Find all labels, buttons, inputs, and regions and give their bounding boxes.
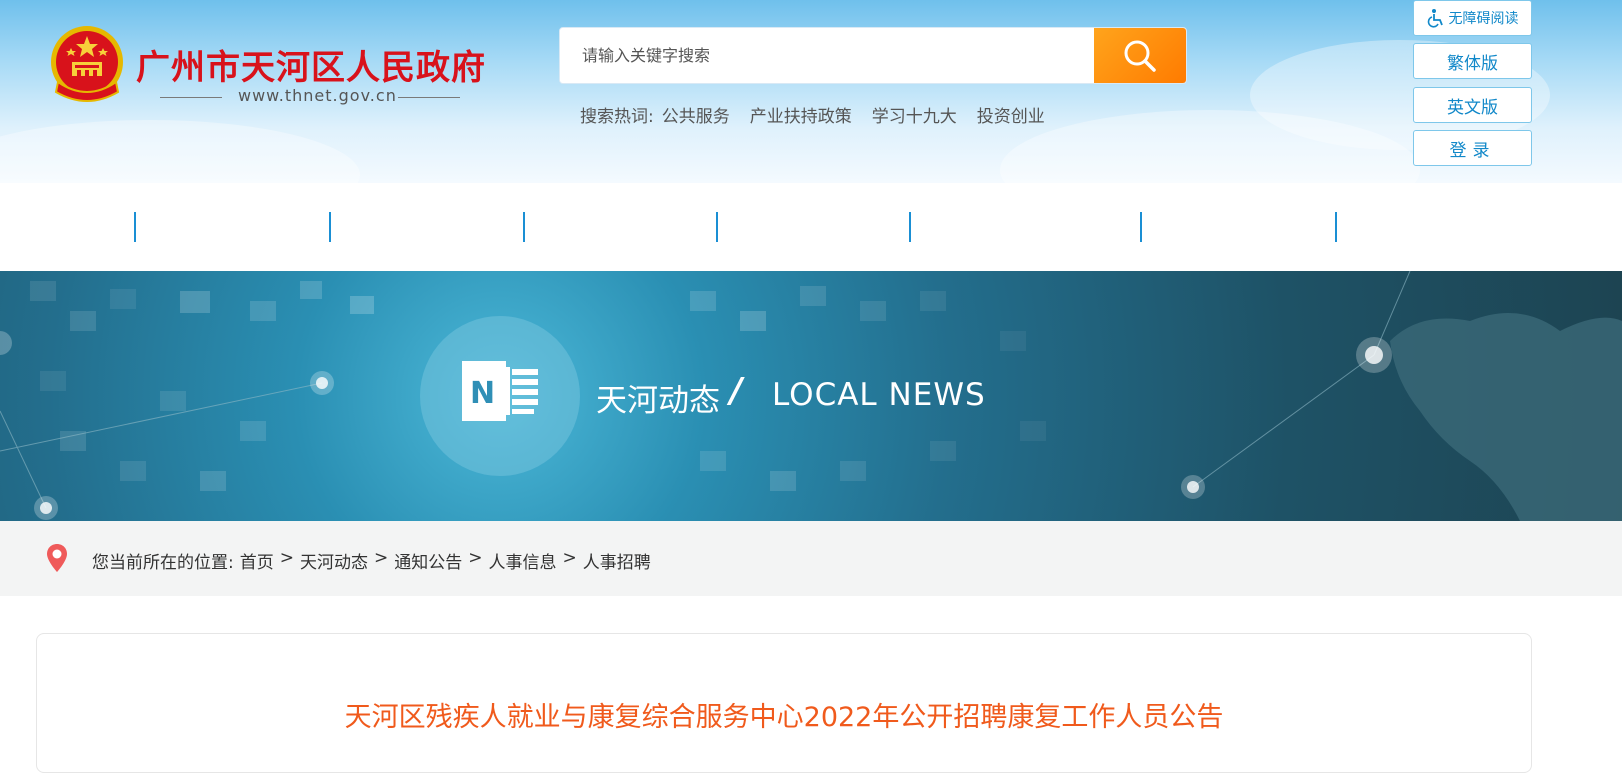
accessibility-button[interactable]: 无障碍阅读 xyxy=(1413,0,1532,36)
hot-word[interactable]: 投资创业 xyxy=(977,102,1045,127)
breadcrumb-notices[interactable]: 通知公告 xyxy=(394,548,462,573)
news-icon-letter: N xyxy=(470,376,495,411)
hot-word[interactable]: 公共服务 xyxy=(662,102,730,127)
search-button[interactable] xyxy=(1094,28,1186,83)
article-title: 天河区残疾人就业与康复综合服务中心2022年公开招聘康复工作人员公告 xyxy=(344,702,1224,733)
nav-separator xyxy=(909,212,911,242)
location-pin-icon xyxy=(47,544,67,572)
english-version-button[interactable]: 英文版 xyxy=(1413,87,1532,123)
wheelchair-icon xyxy=(1427,9,1443,28)
decor-cloud xyxy=(0,120,360,183)
breadcrumb-separator: > xyxy=(373,548,389,568)
breadcrumb: 您当前所在的位置: 首页 > 天河动态 > 通知公告 > 人事信息 > 人事招聘 xyxy=(0,521,1622,596)
breadcrumb-personnel-info[interactable]: 人事信息 xyxy=(488,548,556,573)
hot-word[interactable]: 产业扶持政策 xyxy=(750,102,852,127)
hot-word[interactable]: 学习十九大 xyxy=(872,102,957,127)
nav-separator xyxy=(716,212,718,242)
login-button[interactable]: 登录 xyxy=(1413,130,1532,166)
news-icon: N xyxy=(462,361,538,421)
search-input[interactable] xyxy=(560,28,1095,83)
section-banner: N 天河动态 / LOCAL NEWS xyxy=(0,271,1622,521)
breadcrumb-recruitment[interactable]: 人事招聘 xyxy=(583,548,651,573)
banner-slash: / xyxy=(730,371,743,411)
site-header: 广州市天河区人民政府 www.thnet.gov.cn 搜索热词: 公共服务 产… xyxy=(0,0,1622,183)
nav-separator xyxy=(1335,212,1337,242)
breadcrumb-home[interactable]: 首页 xyxy=(240,548,274,573)
nav-separator xyxy=(134,212,136,242)
breadcrumb-separator: > xyxy=(562,548,577,568)
breadcrumb-prefix: 您当前所在的位置: xyxy=(92,553,234,573)
traditional-chinese-button[interactable]: 繁体版 xyxy=(1413,43,1532,79)
hot-words: 搜索热词: 公共服务 产业扶持政策 学习十九大 投资创业 xyxy=(580,102,1065,127)
national-emblem-icon[interactable] xyxy=(44,22,130,108)
nav-separator xyxy=(1140,212,1142,242)
breadcrumb-separator: > xyxy=(279,548,294,568)
site-url: www.thnet.gov.cn xyxy=(238,86,397,105)
search-box xyxy=(559,27,1187,84)
article-card: 天河区残疾人就业与康复综合服务中心2022年公开招聘康复工作人员公告 xyxy=(36,633,1532,773)
search-icon xyxy=(1124,40,1156,72)
breadcrumb-tianhe-news[interactable]: 天河动态 xyxy=(300,548,368,573)
banner-subtitle: LOCAL NEWS xyxy=(772,377,986,413)
breadcrumb-separator: > xyxy=(468,548,483,568)
divider-line xyxy=(160,97,222,98)
nav-separator xyxy=(329,212,331,242)
accessibility-label: 无障碍阅读 xyxy=(1448,11,1519,27)
hot-words-label: 搜索热词: xyxy=(580,107,654,127)
divider-line xyxy=(398,97,460,98)
main-nav xyxy=(0,183,1622,271)
breadcrumb-trail: 您当前所在的位置: 首页 > 天河动态 > 通知公告 > 人事信息 > 人事招聘 xyxy=(92,548,651,573)
nav-separator xyxy=(523,212,525,242)
banner-title: 天河动态 xyxy=(596,383,720,419)
site-title[interactable]: 广州市天河区人民政府 xyxy=(136,40,486,89)
